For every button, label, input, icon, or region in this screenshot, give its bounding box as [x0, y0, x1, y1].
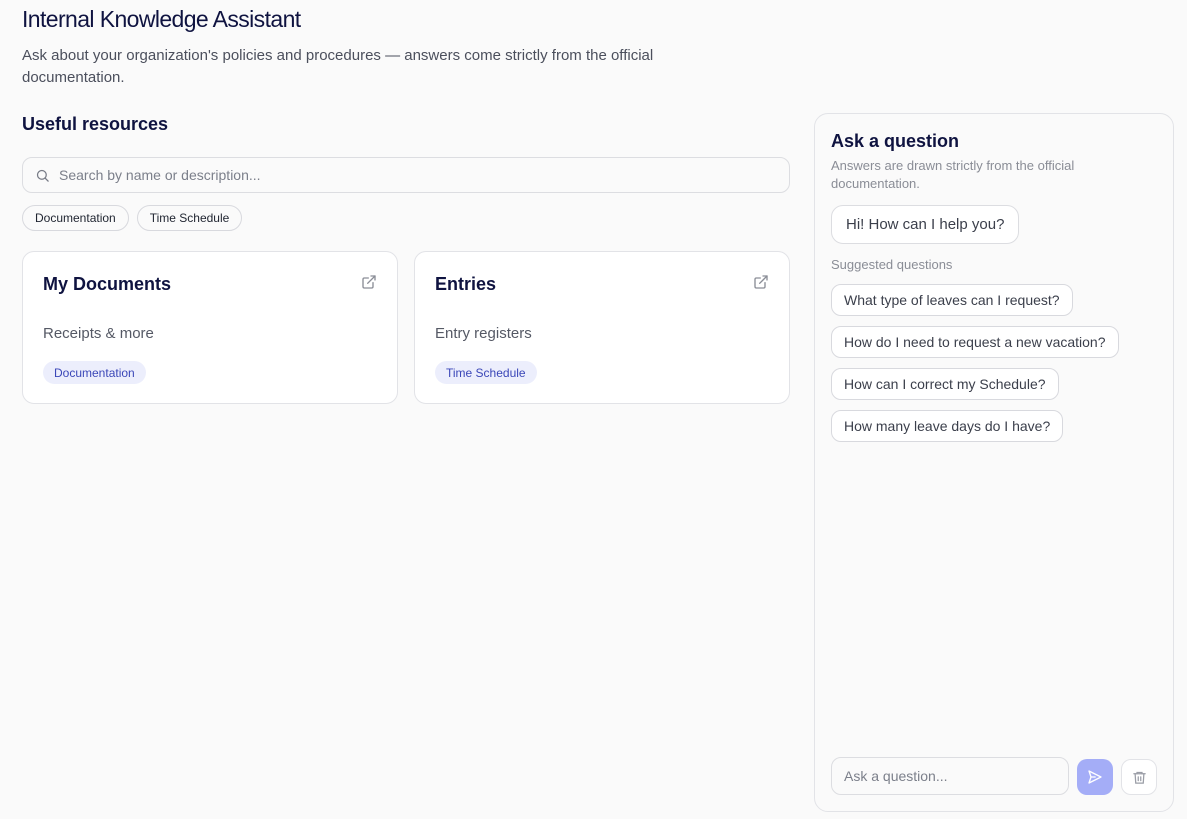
chat-title: Ask a question	[831, 131, 960, 151]
page-subtitle: Ask about your organization's policies a…	[22, 47, 654, 86]
search-icon	[36, 169, 49, 182]
filter-row: Documentation Time Schedule	[22, 205, 243, 231]
filter-chip-time-schedule[interactable]: Time Schedule	[136, 205, 243, 231]
suggested-question[interactable]: How do I need to request a new vacation?	[831, 326, 1119, 358]
card-description: Receipts & more	[43, 325, 154, 342]
card-tag: Documentation	[43, 361, 146, 384]
suggested-questions: What type of leaves can I request? How d…	[831, 284, 1119, 442]
resources-title: Useful resources	[22, 114, 169, 134]
resource-card-entries[interactable]: Entries Entry registers Time Schedule	[414, 251, 790, 404]
suggested-question[interactable]: What type of leaves can I request?	[831, 284, 1073, 316]
chat-input[interactable]	[831, 757, 1069, 795]
card-title: My Documents	[43, 274, 172, 294]
clear-chat-button[interactable]	[1121, 759, 1157, 795]
page: Internal Knowledge Assistant Ask about y…	[0, 0, 1187, 819]
card-title: Entries	[435, 274, 497, 294]
chat-panel: Ask a question Answers are drawn strictl…	[814, 113, 1174, 812]
suggested-question[interactable]: How can I correct my Schedule?	[831, 368, 1059, 400]
resource-card-my-documents[interactable]: My Documents Receipts & more Documentati…	[22, 251, 398, 404]
external-link-icon[interactable]	[361, 274, 377, 290]
page-title: Internal Knowledge Assistant	[22, 6, 301, 32]
send-button[interactable]	[1077, 759, 1113, 795]
card-tag: Time Schedule	[435, 361, 537, 384]
assistant-message: Hi! How can I help you?	[831, 205, 1020, 244]
chat-subtitle: Answers are drawn strictly from the offi…	[831, 158, 1075, 191]
suggested-question[interactable]: How many leave days do I have?	[831, 410, 1064, 442]
search-box	[22, 157, 790, 193]
suggested-questions-label: Suggested questions	[831, 257, 953, 272]
external-link-icon[interactable]	[753, 274, 769, 290]
send-icon	[1088, 770, 1102, 784]
trash-icon	[1132, 771, 1146, 784]
search-input[interactable]	[59, 167, 759, 183]
card-description: Entry registers	[435, 325, 532, 342]
filter-chip-documentation[interactable]: Documentation	[22, 205, 129, 231]
